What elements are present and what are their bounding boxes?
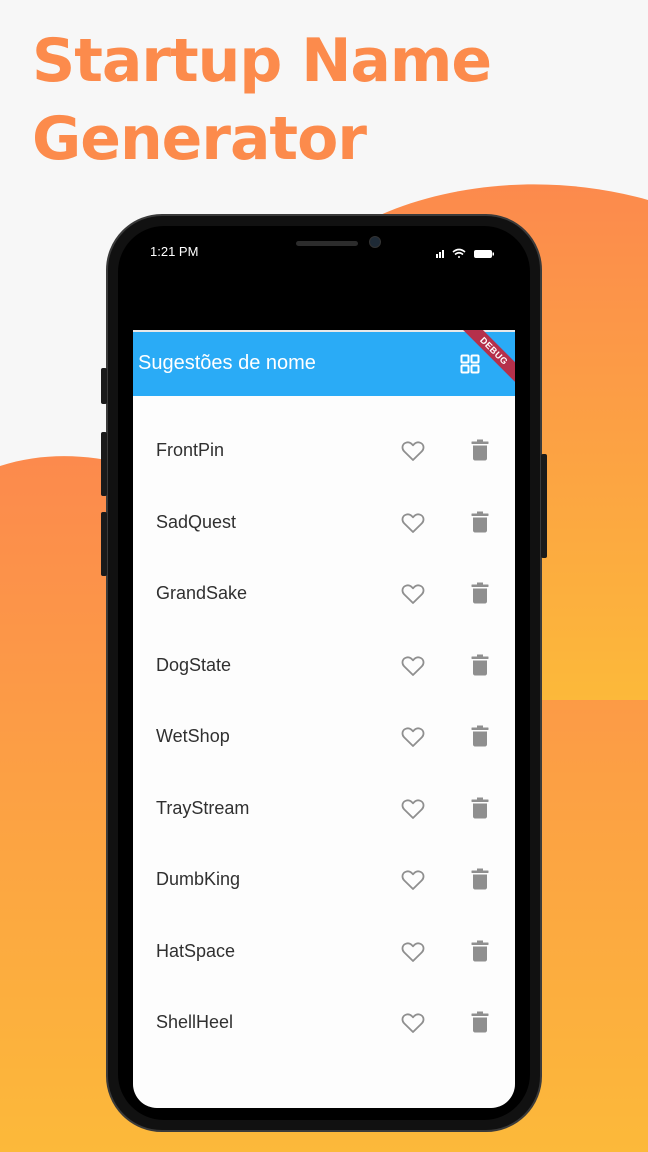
suggestion-row[interactable]: SadQuest <box>133 488 515 560</box>
app-bar: Sugestões de nome DEBUG <box>133 330 515 396</box>
suggestion-name: DogState <box>156 654 232 675</box>
favorite-heart-icon[interactable] <box>401 512 425 534</box>
favorite-heart-icon[interactable] <box>401 726 425 748</box>
suggestion-row[interactable]: ShellHeel <box>133 988 515 1060</box>
headline-line-1: Startup Name <box>32 26 492 96</box>
suggestion-name: SadQuest <box>156 511 237 532</box>
app-screen: Sugestões de nome DEBUG FrontPin SadQues… <box>133 330 515 1108</box>
suggestion-row[interactable]: HatSpace <box>133 917 515 989</box>
suggestion-name: DumbKing <box>156 869 241 889</box>
volume-up-button <box>101 432 107 496</box>
status-time: 1:21 PM <box>150 244 199 259</box>
delete-trash-icon[interactable] <box>471 439 489 461</box>
suggestion-name: TrayStream <box>156 797 250 818</box>
delete-trash-icon[interactable] <box>471 940 489 962</box>
suggestion-row[interactable]: DumbKing <box>133 845 515 917</box>
delete-trash-icon[interactable] <box>471 797 489 819</box>
front-camera <box>369 236 381 248</box>
delete-trash-icon[interactable] <box>471 1011 489 1033</box>
suggestion-name: WetShop <box>156 726 230 746</box>
silent-switch <box>101 368 107 404</box>
favorite-heart-icon[interactable] <box>401 1012 425 1034</box>
volume-down-button <box>101 512 107 576</box>
battery-icon <box>474 250 494 258</box>
delete-trash-icon[interactable] <box>471 654 489 676</box>
suggestion-name: ShellHeel <box>156 1012 234 1032</box>
status-icons <box>436 248 494 258</box>
favorite-heart-icon[interactable] <box>401 798 425 820</box>
delete-trash-icon[interactable] <box>471 725 489 747</box>
suggestion-row[interactable]: DogState <box>133 631 515 703</box>
suggestion-row[interactable]: GrandSake <box>133 559 515 631</box>
favorite-heart-icon[interactable] <box>401 941 425 963</box>
signal-icon <box>436 250 444 258</box>
favorite-heart-icon[interactable] <box>401 655 425 677</box>
suggestion-name: FrontPin <box>156 440 225 460</box>
promo-headline: Startup Name Generator <box>32 22 492 178</box>
suggestion-list: FrontPin SadQuest GrandSake DogState Wet… <box>133 416 515 1060</box>
suggestion-name: GrandSake <box>156 583 248 603</box>
power-button <box>541 454 547 558</box>
suggestion-name: HatSpace <box>156 940 236 961</box>
suggestion-row[interactable]: FrontPin <box>133 416 515 488</box>
favorite-heart-icon[interactable] <box>401 869 425 891</box>
wifi-icon <box>452 248 466 258</box>
delete-trash-icon[interactable] <box>471 582 489 604</box>
earpiece-speaker <box>296 241 358 246</box>
suggestion-row[interactable]: TrayStream <box>133 774 515 846</box>
grid-view-icon[interactable] <box>460 354 480 374</box>
app-bar-title: Sugestões de nome <box>138 352 316 374</box>
delete-trash-icon[interactable] <box>471 868 489 890</box>
favorite-heart-icon[interactable] <box>401 440 425 462</box>
suggestion-row[interactable]: WetShop <box>133 702 515 774</box>
headline-line-2: Generator <box>32 104 367 174</box>
favorite-heart-icon[interactable] <box>401 583 425 605</box>
delete-trash-icon[interactable] <box>471 511 489 533</box>
